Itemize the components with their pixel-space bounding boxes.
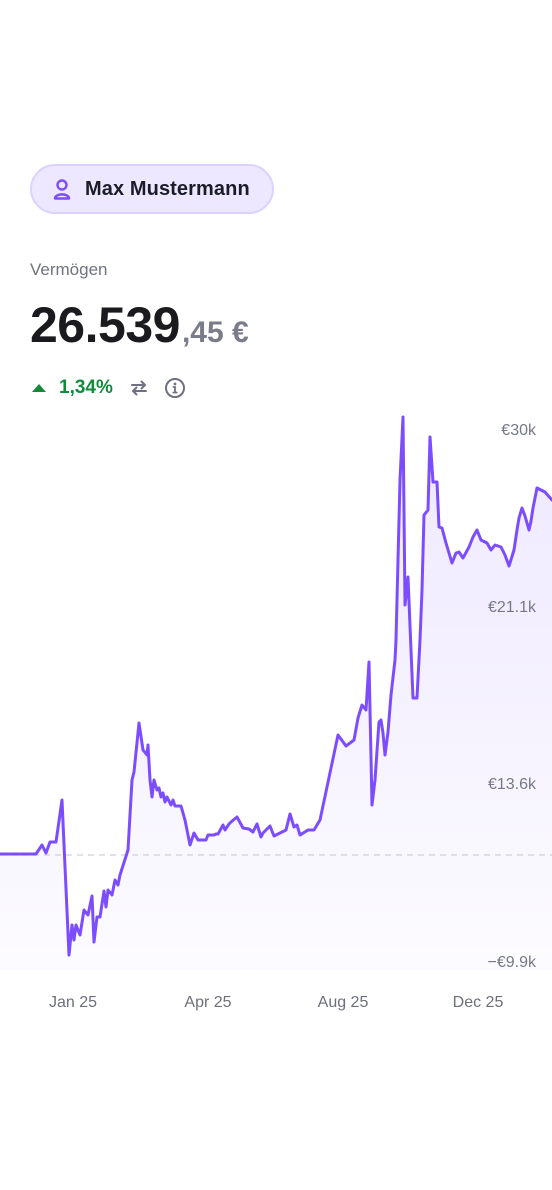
arrow-up-icon [32,384,46,392]
user-icon [52,177,72,201]
profile-name: Max Mustermann [85,177,250,200]
change-percent: 1,34% [59,377,113,398]
portfolio-value-decimal: ,45 € [181,316,249,349]
info-icon[interactable] [163,376,187,400]
x-tick-label: Dec 25 [453,994,504,1011]
swap-arrows-icon[interactable] [127,376,151,400]
y-tick-label: €21.1k [488,599,537,616]
portfolio-value-main: 26.539 [30,297,180,353]
portfolio-value: 26.539 ,45 € [30,296,249,354]
portfolio-chart[interactable]: €30k €21.1k €13.6k −€9.9k Jan 25 Apr 25 … [0,400,552,1020]
x-tick-label: Aug 25 [318,994,369,1011]
x-tick-label: Apr 25 [184,994,231,1011]
y-tick-label: −€9.9k [488,954,537,971]
change-row: 1,34% [32,376,187,400]
chart-area-fill [0,417,552,970]
x-tick-label: Jan 25 [49,994,97,1011]
portfolio-label: Vermögen [30,260,108,279]
profile-chip[interactable]: Max Mustermann [30,164,274,214]
y-tick-label: €30k [501,422,537,439]
y-tick-label: €13.6k [488,776,537,793]
